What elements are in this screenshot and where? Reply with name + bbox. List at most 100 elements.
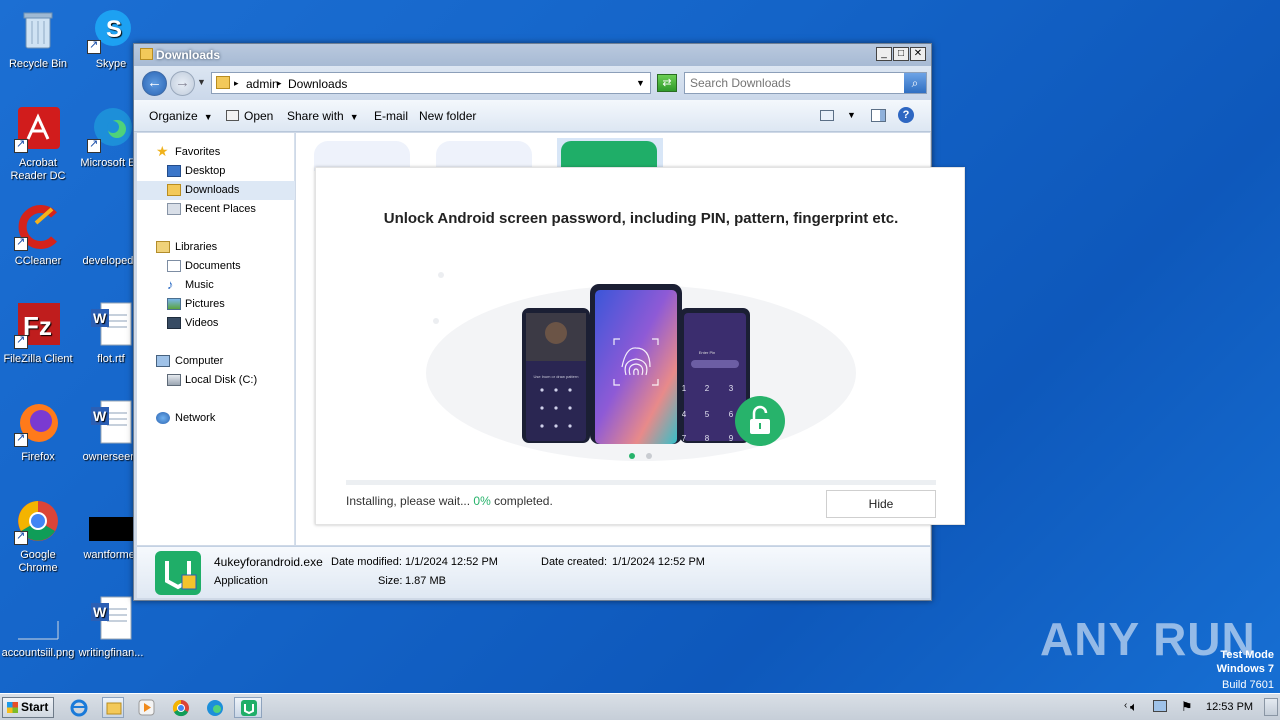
command-bar: Organize ▼ Open Share with ▼ E-mail New fo… [134, 100, 931, 132]
nav-libraries[interactable]: Libraries [137, 238, 295, 257]
close-button[interactable]: ✕ [910, 47, 926, 61]
maximize-button[interactable]: □ [893, 47, 909, 61]
nav-favorites[interactable]: ★ Favorites [137, 143, 295, 162]
start-button[interactable]: Start [2, 697, 54, 718]
new-folder-button[interactable]: New folder [419, 109, 476, 123]
svg-text:Enter Pin: Enter Pin [699, 350, 715, 355]
date-modified-value: 1/1/2024 12:52 PM [405, 556, 498, 568]
desktop-icon-firefox[interactable]: Firefox [0, 399, 76, 464]
volume-icon[interactable]: 🔈︎ [1130, 699, 1138, 715]
view-dropdown-icon[interactable]: ▼ [847, 110, 856, 120]
forward-button[interactable]: → [170, 71, 195, 96]
flag-icon[interactable]: ⚑ [1181, 699, 1193, 715]
clock[interactable]: 12:53 PM [1206, 701, 1253, 713]
install-progress-bar [346, 480, 936, 485]
phones-illustration: Use lnum or draw pattern Enter Pin 1 2 3 4… [426, 272, 856, 461]
organize-button[interactable]: Organize ▼ [149, 109, 213, 123]
folder-icon [216, 76, 230, 89]
nav-network[interactable]: Network [137, 409, 295, 428]
address-dropdown-icon[interactable]: ▼ [636, 78, 645, 88]
filezilla-icon: Fz [14, 301, 62, 349]
open-button[interactable]: Open [226, 109, 273, 123]
title-bar[interactable]: Downloads _ □ ✕ [134, 44, 931, 66]
drive-icon [167, 374, 181, 386]
size-value: 1.87 MB [405, 575, 446, 587]
search-input[interactable] [690, 76, 900, 90]
folder-icon [140, 48, 153, 60]
network-tray-icon[interactable] [1153, 700, 1167, 712]
nav-music[interactable]: ♪ Music [137, 276, 295, 295]
share-with-button[interactable]: Share with ▼ [287, 109, 359, 123]
edge-taskbar-icon[interactable] [204, 697, 226, 718]
nav-videos[interactable]: Videos [137, 314, 295, 333]
recent-pages-dropdown-icon[interactable]: ▼ [197, 77, 206, 87]
explorer-taskbar-icon[interactable] [102, 697, 124, 718]
chevron-down-icon: ▼ [349, 112, 359, 122]
desktop-icon-acrobat[interactable]: Acrobat Reader DC [0, 105, 76, 183]
desktop-icon-recycle-bin[interactable]: Recycle Bin [0, 6, 76, 71]
network-icon [156, 412, 170, 424]
address-bar-row: ← → ▼ ▸ admin ▸ Downloads ▼ ⇄ ⌕ [134, 66, 931, 100]
show-desktop-button[interactable] [1264, 698, 1278, 716]
size-label: Size: [378, 575, 403, 587]
star-icon: ★ [156, 143, 169, 159]
svg-text:2: 2 [705, 384, 710, 393]
breadcrumb-admin[interactable]: admin [246, 77, 279, 91]
nav-computer[interactable]: Computer [137, 352, 295, 371]
email-button[interactable]: E-mail [374, 109, 408, 123]
chrome-taskbar-icon[interactable] [170, 697, 192, 718]
edge-icon [87, 105, 135, 153]
recent-places-icon [167, 203, 181, 215]
nav-desktop[interactable]: Desktop [137, 162, 295, 181]
4ukey-taskbar-icon[interactable] [234, 697, 262, 718]
search-icon[interactable]: ⌕ [904, 73, 926, 93]
search-box[interactable]: ⌕ [684, 72, 927, 94]
downloads-folder-icon [167, 184, 181, 196]
window-title: Downloads [156, 48, 221, 62]
carousel-dot[interactable] [646, 453, 652, 459]
minimize-button[interactable]: _ [876, 47, 892, 61]
carousel-dot-active[interactable] [629, 453, 635, 459]
skype-icon: S [87, 6, 135, 54]
nav-documents[interactable]: Documents [137, 257, 295, 276]
desktop-icon [167, 165, 181, 177]
svg-text:S: S [106, 16, 122, 43]
recycle-bin-icon [14, 6, 62, 54]
help-icon[interactable]: ? [898, 107, 914, 123]
desktop-icon-writingfinan[interactable]: W writingfinan... [73, 595, 149, 660]
ccleaner-icon [14, 203, 62, 251]
word-document-icon: W [87, 301, 135, 349]
desktop-icon-accountsiil[interactable]: accountsiil.png [0, 595, 76, 660]
hide-button[interactable]: Hide [826, 490, 936, 518]
address-box[interactable]: ▸ admin ▸ Downloads ▼ [211, 72, 651, 94]
breadcrumb-separator-icon[interactable]: ▸ [277, 78, 282, 89]
view-icon[interactable] [820, 110, 834, 121]
back-button[interactable]: ← [142, 71, 167, 96]
refresh-button[interactable]: ⇄ [657, 74, 677, 92]
desktop-icon-ccleaner[interactable]: CCleaner [0, 203, 76, 268]
taskbar: Start ‹ 🔈︎ ⚑ 12:53 PM [0, 693, 1280, 720]
build-label: Build 7601 [1222, 679, 1274, 691]
desktop-icon-filezilla[interactable]: Fz FileZilla Client [0, 301, 76, 366]
image-file-icon [14, 595, 62, 643]
ie-taskbar-icon[interactable] [68, 697, 90, 718]
date-modified-label: Date modified: [331, 556, 402, 568]
breadcrumb-separator-icon[interactable]: ▸ [234, 78, 239, 89]
word-document-icon: W [87, 399, 135, 447]
svg-text:8: 8 [705, 434, 710, 443]
phone-fingerprint [590, 284, 682, 444]
nav-local-disk[interactable]: Local Disk (C:) [137, 371, 295, 390]
firefox-icon [14, 399, 62, 447]
preview-pane-icon[interactable] [871, 109, 886, 122]
svg-text:4: 4 [682, 410, 687, 419]
nav-downloads[interactable]: Downloads [137, 181, 295, 200]
navigation-pane: ★ Favorites Desktop Downloads Recent Plac… [137, 133, 295, 545]
nav-recent-places[interactable]: Recent Places [137, 200, 295, 219]
nav-pictures[interactable]: Pictures [137, 295, 295, 314]
svg-text:W: W [93, 408, 107, 424]
word-document-icon: W [87, 595, 135, 643]
media-player-taskbar-icon[interactable] [136, 697, 158, 718]
desktop-icon-chrome[interactable]: Google Chrome [0, 497, 76, 575]
install-percent: 0% [473, 494, 491, 508]
breadcrumb-downloads[interactable]: Downloads [288, 77, 347, 91]
